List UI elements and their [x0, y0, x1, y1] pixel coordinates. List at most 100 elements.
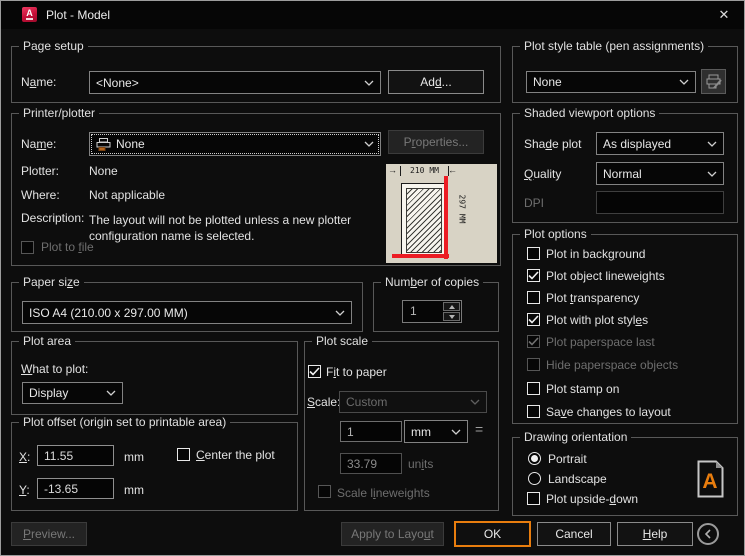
paper-preview-overflow-line-horizontal — [392, 254, 449, 258]
paper-preview-overflow-line-vertical — [444, 176, 448, 259]
chevron-down-icon — [707, 141, 717, 147]
plot-dialog: A Plot - Model ✕ Page setup Name: <None>… — [0, 0, 745, 556]
plot-offset-title: Plot offset (origin set to printable are… — [19, 415, 231, 429]
page-setup-name-label: Name: — [21, 75, 57, 89]
quality-label: Quality — [524, 167, 562, 181]
copies-stepper[interactable]: 1 — [402, 300, 462, 323]
paper-size-title: Paper size — [19, 275, 84, 289]
cancel-button[interactable]: Cancel — [537, 522, 611, 546]
scale-unit-value: mm — [411, 424, 431, 439]
dim-arrow-left-icon: → — [388, 165, 397, 175]
offset-y-unit: mm — [124, 483, 144, 497]
what-to-plot-select[interactable]: Display — [22, 382, 123, 404]
printer-name-select[interactable]: None — [89, 132, 381, 156]
plot-scale-title: Plot scale — [312, 334, 373, 348]
plot-to-file-checkbox[interactable] — [21, 241, 34, 254]
dpi-label: DPI — [524, 196, 545, 210]
svg-text:A: A — [702, 470, 717, 493]
offset-x-input[interactable]: 11.55 — [37, 445, 114, 466]
scale-lineweights-checkbox[interactable] — [318, 485, 331, 498]
scale-unit-select[interactable]: mm — [404, 420, 468, 443]
orientation-page-icon: A — [697, 460, 724, 498]
plot-upside-down-label: Plot upside-down — [546, 492, 639, 506]
plot-area-title: Plot area — [19, 334, 76, 348]
shade-plot-value: As displayed — [603, 136, 672, 151]
paper-size-select[interactable]: ISO A4 (210.00 x 297.00 MM) — [22, 301, 352, 324]
portrait-radio[interactable] — [528, 452, 541, 465]
save-changes-to-layout-label: Save changes to layout — [546, 405, 671, 419]
page-setup-name-select[interactable]: <None> — [89, 71, 381, 94]
paper-height-label: 297 MM — [457, 194, 467, 224]
plot-stamp-on-label: Plot stamp on — [546, 382, 620, 396]
plot-stamp-on-checkbox[interactable] — [527, 382, 540, 395]
plot-transparency-checkbox[interactable] — [527, 291, 540, 304]
where-value: Not applicable — [89, 188, 166, 202]
scale-value: Custom — [346, 395, 388, 409]
paper-width-label: 210 MM — [400, 166, 449, 176]
plot-in-background-label: Plot in background — [546, 247, 646, 261]
scale-lineweights-label: Scale lineweights — [337, 486, 430, 500]
chevron-down-icon — [470, 399, 480, 405]
offset-y-input[interactable]: -13.65 — [37, 478, 114, 499]
scale-denominator-input[interactable]: 33.79 — [340, 453, 402, 474]
center-the-plot-label: Center the plot — [196, 448, 275, 462]
plot-paperspace-last-checkbox[interactable] — [527, 335, 540, 348]
chevron-down-icon — [451, 429, 461, 435]
save-changes-to-layout-checkbox[interactable] — [527, 405, 540, 418]
hide-paperspace-objects-checkbox[interactable] — [527, 358, 540, 371]
plot-paperspace-last-label: Plot paperspace last — [546, 335, 655, 349]
offset-x-unit: mm — [124, 450, 144, 464]
plot-upside-down-checkbox[interactable] — [527, 492, 540, 505]
close-icon[interactable]: ✕ — [715, 6, 733, 24]
printer-icon — [96, 138, 111, 151]
fewer-options-button[interactable] — [697, 523, 719, 545]
chevron-down-icon — [106, 390, 116, 396]
plot-style-select[interactable]: None — [526, 71, 696, 93]
scale-label: Scale: — [307, 395, 341, 409]
preview-button[interactable]: Preview... — [11, 522, 87, 546]
page-setup-name-value: <None> — [96, 75, 139, 90]
scale-numerator-input[interactable]: 1 — [340, 421, 402, 442]
landscape-label: Landscape — [548, 472, 607, 486]
chevron-down-icon — [335, 310, 345, 316]
paper-preview: → 210 MM ← 297 MM — [386, 164, 497, 263]
autocad-logo-icon: A — [22, 7, 37, 22]
plot-options-title: Plot options — [520, 227, 591, 241]
chevron-left-icon — [704, 529, 711, 539]
landscape-radio[interactable] — [528, 472, 541, 485]
apply-to-layout-button[interactable]: Apply to Layo u t — [341, 522, 444, 546]
plot-in-background-checkbox[interactable] — [527, 247, 540, 260]
spin-up-icon[interactable] — [443, 302, 460, 311]
fit-to-paper-checkbox[interactable] — [308, 365, 321, 378]
dim-arrow-right-icon: ← — [448, 165, 457, 175]
scale-select[interactable]: Custom — [339, 391, 487, 413]
plot-with-plot-styles-checkbox[interactable] — [527, 313, 540, 326]
copies-value: 1 — [410, 304, 417, 318]
center-the-plot-checkbox[interactable] — [177, 448, 190, 461]
shade-plot-select[interactable]: As displayed — [596, 132, 724, 155]
properties-button[interactable]: Pr operties... — [388, 130, 484, 154]
dpi-input[interactable] — [596, 191, 724, 214]
plot-style-value: None — [533, 75, 562, 89]
add-button[interactable]: Ad d... — [388, 70, 484, 94]
hide-paperspace-objects-label: Hide paperspace objects — [546, 358, 679, 372]
edit-plot-style-button[interactable] — [701, 69, 726, 94]
help-button[interactable]: Help — [617, 522, 693, 546]
spin-down-icon[interactable] — [443, 312, 460, 321]
window-title: Plot - Model — [46, 8, 111, 22]
title-bar: A Plot - Model ✕ — [1, 1, 744, 29]
scale-units-label: units — [408, 457, 434, 471]
plot-object-lineweights-checkbox[interactable] — [527, 269, 540, 282]
pen-table-editor-icon — [706, 74, 722, 89]
where-label: Where: — [21, 188, 60, 202]
ok-button[interactable]: OK — [454, 521, 531, 547]
plot-transparency-label: Plot transparency — [546, 291, 640, 305]
chevron-down-icon — [364, 141, 374, 147]
quality-value: Normal — [603, 166, 642, 181]
scale-equals-sign: = — [475, 421, 484, 437]
description-value: The layout will not be plotted unless a … — [89, 213, 352, 243]
plot-object-lineweights-label: Plot object lineweights — [546, 269, 665, 283]
printer-name-value: None — [116, 137, 145, 151]
quality-select[interactable]: Normal — [596, 162, 724, 185]
chevron-down-icon — [707, 171, 717, 177]
